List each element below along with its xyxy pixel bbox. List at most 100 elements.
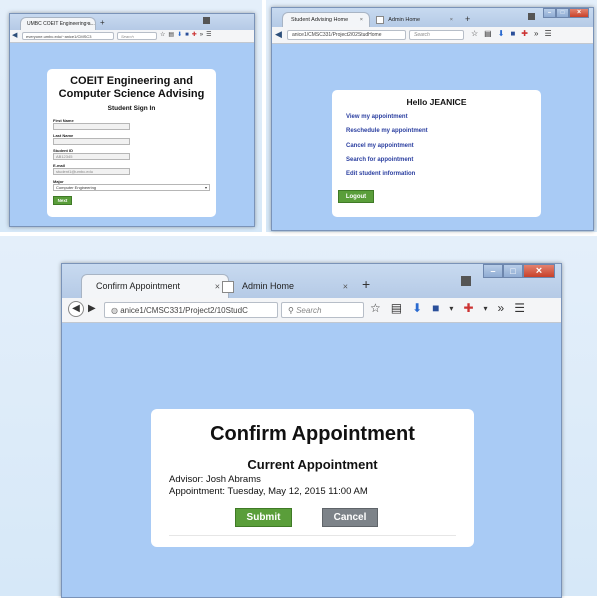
addon-icon[interactable]: ✚ bbox=[192, 31, 197, 38]
search-input[interactable]: Search bbox=[117, 32, 157, 40]
toolbar-icons: ☆ ▤ ⬇ ■ ✚ » ☰ bbox=[160, 31, 211, 39]
minimize-icon[interactable]: – bbox=[483, 264, 503, 278]
overflow-icon[interactable]: » bbox=[534, 29, 538, 38]
search-placeholder: Search bbox=[121, 34, 134, 39]
nav-toolbar: ◀ ▶ ◍ anice1/CMSC331/Project2/10StudC ⚲ … bbox=[62, 298, 561, 323]
addon-icon[interactable]: ✚ bbox=[463, 301, 473, 315]
save-icon[interactable]: ■ bbox=[185, 32, 189, 38]
download-icon[interactable]: ⬇ bbox=[177, 31, 182, 38]
edit-student-info-link[interactable]: Edit student information bbox=[346, 171, 415, 177]
minimize-icon[interactable]: – bbox=[543, 8, 556, 18]
new-tab-icon[interactable]: + bbox=[362, 270, 370, 298]
tab-admin-home[interactable]: Admin Home × bbox=[372, 12, 460, 27]
overflow-icon[interactable]: » bbox=[200, 32, 203, 38]
tab-bar: UMBC COEIT Engineering a... × + bbox=[10, 14, 254, 31]
reading-list-icon[interactable]: ▤ bbox=[484, 29, 492, 38]
back-arrow-icon[interactable]: ◀ bbox=[12, 31, 17, 39]
download-icon[interactable]: ⬇ bbox=[498, 29, 505, 38]
tab-grid-icon[interactable] bbox=[461, 276, 471, 286]
search-input[interactable]: Search bbox=[409, 30, 464, 40]
close-icon[interactable]: × bbox=[343, 275, 348, 298]
url-bar[interactable]: everyone.umbc.edu/~anice1/CMSC3 bbox=[22, 32, 114, 40]
tab-confirm-appointment[interactable]: Confirm Appointment × bbox=[81, 274, 229, 298]
tab-admin-home[interactable]: Admin Home × bbox=[217, 274, 357, 298]
forward-arrow-icon[interactable]: ▶ bbox=[88, 303, 96, 314]
star-icon[interactable]: ☆ bbox=[471, 29, 478, 38]
reading-list-icon[interactable]: ▤ bbox=[391, 301, 402, 315]
new-tab-icon[interactable]: + bbox=[465, 11, 470, 27]
overflow-icon[interactable]: » bbox=[498, 301, 505, 315]
save-icon[interactable]: ■ bbox=[510, 29, 515, 38]
search-input[interactable]: ⚲ Search bbox=[281, 302, 364, 318]
url-text: everyone.umbc.edu/~anice1/CMSC3 bbox=[26, 34, 92, 39]
save-dropdown-icon[interactable]: ▾ bbox=[449, 304, 453, 313]
greeting-heading: Hello JEANICE bbox=[406, 97, 467, 107]
page-content: Hello JEANICE View my appointment Resche… bbox=[272, 44, 593, 230]
confirm-card: Confirm Appointment Current Appointment … bbox=[151, 409, 474, 547]
cancel-appointment-link[interactable]: Cancel my appointment bbox=[346, 143, 414, 149]
addon-dropdown-icon[interactable]: ▾ bbox=[484, 304, 488, 313]
chevron-down-icon: ▾ bbox=[204, 185, 207, 190]
tab-bar: Student Advising Home × Admin Home × + –… bbox=[272, 8, 593, 28]
star-icon[interactable]: ☆ bbox=[160, 31, 165, 38]
reschedule-appointment-link[interactable]: Reschedule my appointment bbox=[346, 128, 428, 134]
page-content: Confirm Appointment Current Appointment … bbox=[62, 323, 561, 597]
page-title: Confirm Appointment bbox=[210, 423, 415, 445]
browser-window-signin: UMBC COEIT Engineering a... × + ◀ everyo… bbox=[9, 13, 255, 227]
search-appointment-link[interactable]: Search for appointment bbox=[346, 157, 413, 163]
tab-student-advising-home[interactable]: Student Advising Home × bbox=[282, 12, 370, 27]
back-arrow-icon[interactable]: ◀ bbox=[275, 29, 282, 40]
star-icon[interactable]: ☆ bbox=[370, 301, 381, 315]
window-close-icon[interactable]: × bbox=[523, 264, 555, 278]
first-name-input[interactable] bbox=[53, 123, 130, 130]
back-arrow-icon[interactable]: ◀ bbox=[68, 301, 84, 317]
logout-button[interactable]: Logout bbox=[338, 190, 374, 203]
toolbar-icons: ☆ ▤ ⬇ ■ ✚ » ☰ bbox=[471, 29, 552, 38]
signin-card: COEIT Engineering and Computer Science A… bbox=[47, 69, 216, 217]
maximize-icon[interactable]: □ bbox=[503, 264, 523, 278]
reading-list-icon[interactable]: ▤ bbox=[168, 31, 174, 38]
url-bar[interactable]: ◍ anice1/CMSC331/Project2/10StudC bbox=[104, 302, 278, 318]
page-icon bbox=[222, 280, 234, 293]
appointment-text: Appointment: Tuesday, May 12, 2015 11:00… bbox=[169, 486, 368, 497]
hamburger-menu-icon[interactable]: ☰ bbox=[206, 31, 211, 38]
title-line-2: Computer Science Advising bbox=[58, 88, 205, 100]
nav-toolbar: ◀ anice1/CMSC331/Project2/02StudHome Sea… bbox=[272, 27, 593, 44]
tab-bar: Confirm Appointment × Admin Home × + – □… bbox=[62, 264, 561, 299]
maximize-icon[interactable]: □ bbox=[556, 8, 569, 18]
tab-signin[interactable]: UMBC COEIT Engineering a... × bbox=[20, 17, 96, 30]
search-placeholder: Search bbox=[414, 32, 430, 38]
close-icon[interactable]: × bbox=[86, 18, 89, 30]
tab-grid-icon[interactable] bbox=[528, 13, 535, 20]
save-icon[interactable]: ■ bbox=[432, 301, 439, 315]
browser-window-confirm: Confirm Appointment × Admin Home × + – □… bbox=[61, 263, 562, 598]
last-name-input[interactable] bbox=[53, 138, 130, 145]
close-icon[interactable]: × bbox=[450, 13, 453, 27]
new-tab-icon[interactable]: + bbox=[100, 16, 105, 30]
next-button[interactable]: Next bbox=[53, 196, 72, 205]
screenshot-panel-confirm: Confirm Appointment × Admin Home × + – □… bbox=[0, 236, 597, 598]
page-title: COEIT Engineering and Computer Science A… bbox=[47, 75, 216, 101]
window-close-icon[interactable]: × bbox=[569, 8, 589, 18]
major-select[interactable]: Computer Engineering ▾ bbox=[53, 184, 210, 191]
tab-label: Admin Home bbox=[242, 281, 295, 291]
hamburger-menu-icon[interactable]: ☰ bbox=[514, 301, 525, 315]
subtitle: Current Appointment bbox=[247, 457, 378, 472]
home-menu-card: Hello JEANICE View my appointment Resche… bbox=[332, 90, 541, 217]
email-input[interactable]: student1@umbc.edu bbox=[53, 168, 130, 175]
search-icon: ⚲ bbox=[288, 306, 294, 315]
download-icon[interactable]: ⬇ bbox=[412, 301, 422, 315]
search-placeholder: Search bbox=[296, 306, 322, 315]
addon-icon[interactable]: ✚ bbox=[521, 29, 528, 38]
url-bar[interactable]: anice1/CMSC331/Project2/02StudHome bbox=[287, 30, 406, 40]
student-id-input[interactable]: AB12345 bbox=[53, 153, 130, 160]
close-icon[interactable]: × bbox=[360, 13, 363, 27]
browser-window-advising-home: Student Advising Home × Admin Home × + –… bbox=[271, 7, 594, 231]
toolbar-icons: ☆ ▤ ⬇ ■ ▾ ✚ ▾ » ☰ bbox=[370, 301, 525, 315]
hamburger-menu-icon[interactable]: ☰ bbox=[544, 29, 551, 38]
globe-icon: ◍ bbox=[111, 306, 118, 315]
cancel-button[interactable]: Cancel bbox=[322, 508, 378, 527]
tab-grid-icon[interactable] bbox=[203, 17, 210, 24]
view-appointment-link[interactable]: View my appointment bbox=[346, 114, 408, 120]
submit-button[interactable]: Submit bbox=[235, 508, 292, 527]
